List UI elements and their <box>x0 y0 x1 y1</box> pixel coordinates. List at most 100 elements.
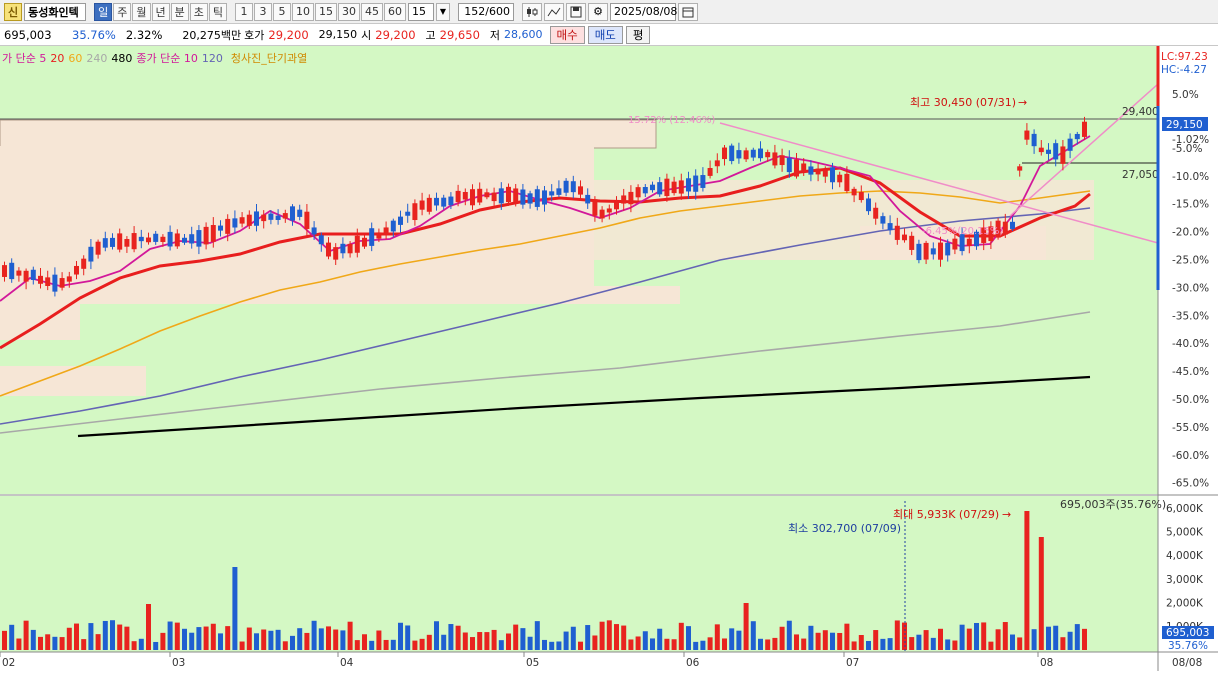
pct-tick: 5.0% <box>1172 89 1199 101</box>
trend-tool-icon[interactable] <box>544 2 564 21</box>
period-tab-month[interactable]: 월 <box>132 2 151 21</box>
candle-body <box>167 231 173 247</box>
candle-body <box>203 226 209 245</box>
candle-body <box>1002 221 1008 235</box>
volume-bar <box>189 632 195 650</box>
volume-bar <box>340 630 346 650</box>
volume-total-label: 695,003주(35.76%) <box>1060 498 1166 511</box>
volume-bar <box>635 636 641 650</box>
volume-bar <box>246 627 252 650</box>
candle-body <box>520 189 526 205</box>
volume-tick: 2,000K <box>1166 597 1204 609</box>
candle-body <box>174 233 180 247</box>
interval-15[interactable]: 15 <box>315 2 337 21</box>
interval-10[interactable]: 10 <box>292 2 314 21</box>
stock-name-field[interactable]: 동성화인텍 <box>24 2 87 21</box>
interval-30[interactable]: 30 <box>338 2 360 21</box>
candle-body <box>383 227 389 235</box>
candle-body <box>1038 147 1044 153</box>
volume-bar <box>513 624 519 650</box>
candle-body <box>952 238 958 250</box>
volume-bar <box>923 630 929 650</box>
candle-body <box>714 160 720 167</box>
candle-body <box>657 182 663 195</box>
candle-body <box>347 243 353 254</box>
price-info-bar: 695,003 35.76% 2.32% 20,275백만 호가 29,200 … <box>0 24 1218 46</box>
calendar-icon[interactable] <box>678 2 698 21</box>
volume-bar <box>606 620 612 650</box>
period-tab-minute[interactable]: 분 <box>170 2 189 21</box>
candle-body <box>542 190 547 205</box>
candle-body <box>578 186 583 195</box>
interval-1[interactable]: 1 <box>235 2 253 21</box>
chevron-down-icon[interactable]: ▼ <box>436 2 450 21</box>
volume-bar <box>369 640 375 650</box>
candle-body <box>729 145 735 162</box>
volume-bar <box>801 638 807 650</box>
period-tab-day[interactable]: 일 <box>94 2 113 21</box>
volume-bar <box>578 641 583 650</box>
candle-body <box>74 265 79 275</box>
legend-ma60: 60 <box>68 52 82 65</box>
candle-body <box>822 170 828 177</box>
interval-input[interactable]: 15 <box>408 2 434 21</box>
volume-bar <box>167 621 173 650</box>
volume-bar <box>455 625 461 650</box>
volume-bar <box>988 641 994 650</box>
volume-bar <box>714 624 720 650</box>
volume-bar <box>210 623 216 650</box>
interval-60[interactable]: 60 <box>384 2 406 21</box>
save-icon[interactable] <box>566 2 586 21</box>
candle-body <box>124 239 130 247</box>
volume-bar <box>1060 637 1066 650</box>
candle-body <box>354 235 360 253</box>
volume-bar <box>261 629 267 650</box>
candle-body <box>196 230 202 247</box>
period-tab-second[interactable]: 초 <box>189 2 208 21</box>
volume-bar <box>765 639 771 650</box>
candle-body <box>707 167 713 176</box>
volume-bar <box>952 640 958 650</box>
volume-bar <box>556 641 562 650</box>
eval-button[interactable]: 평 <box>625 25 651 44</box>
candle-body <box>830 167 835 183</box>
date-field[interactable]: 2025/08/08 <box>610 2 677 21</box>
count-field[interactable]: 152/600 <box>458 2 514 21</box>
volume-tick: 3,000K <box>1166 574 1204 586</box>
chart-area[interactable]: 최고 30,450 (07/31) → 15.72% (12.46%) -6.4… <box>0 46 1218 671</box>
period-tab-tick[interactable]: 틱 <box>208 2 227 21</box>
volume-bar <box>1010 634 1015 650</box>
volume-bar <box>722 638 727 650</box>
candle-body <box>1074 133 1080 140</box>
volume-bar <box>218 633 223 650</box>
open-label: 시 <box>361 28 372 42</box>
volume-bar <box>873 630 879 650</box>
candle-body <box>218 225 223 231</box>
x-axis-right-date: 08/08 <box>1172 657 1202 669</box>
sell-button[interactable]: 매도 <box>587 25 623 44</box>
period-tab-week[interactable]: 주 <box>113 2 132 21</box>
volume-bar <box>974 622 979 650</box>
volume-bar <box>59 637 65 650</box>
volume-bar <box>894 620 900 650</box>
volume-bar <box>678 622 684 650</box>
interval-5[interactable]: 5 <box>273 2 291 21</box>
candle-body <box>894 225 900 240</box>
max-price-label: 최고 30,450 (07/31) <box>910 96 1016 109</box>
pct-tick: -35.0% <box>1172 310 1209 322</box>
gear-icon[interactable]: ⚙ <box>588 2 608 21</box>
period-tab-year[interactable]: 년 <box>151 2 170 21</box>
interval-3[interactable]: 3 <box>254 2 272 21</box>
new-badge[interactable]: 신 <box>4 2 23 21</box>
volume-bar <box>866 640 871 650</box>
interval-45[interactable]: 45 <box>361 2 383 21</box>
volume-bar <box>966 628 972 650</box>
candle-body <box>887 223 893 231</box>
volume-bar <box>858 635 864 650</box>
legend-signal: 청사진_단기과열 <box>231 52 307 65</box>
volume-bar <box>16 638 22 650</box>
candle-body <box>45 277 51 286</box>
buy-button[interactable]: 매수 <box>549 25 585 44</box>
candle-icon[interactable] <box>522 2 542 21</box>
volume-bar <box>30 629 36 650</box>
